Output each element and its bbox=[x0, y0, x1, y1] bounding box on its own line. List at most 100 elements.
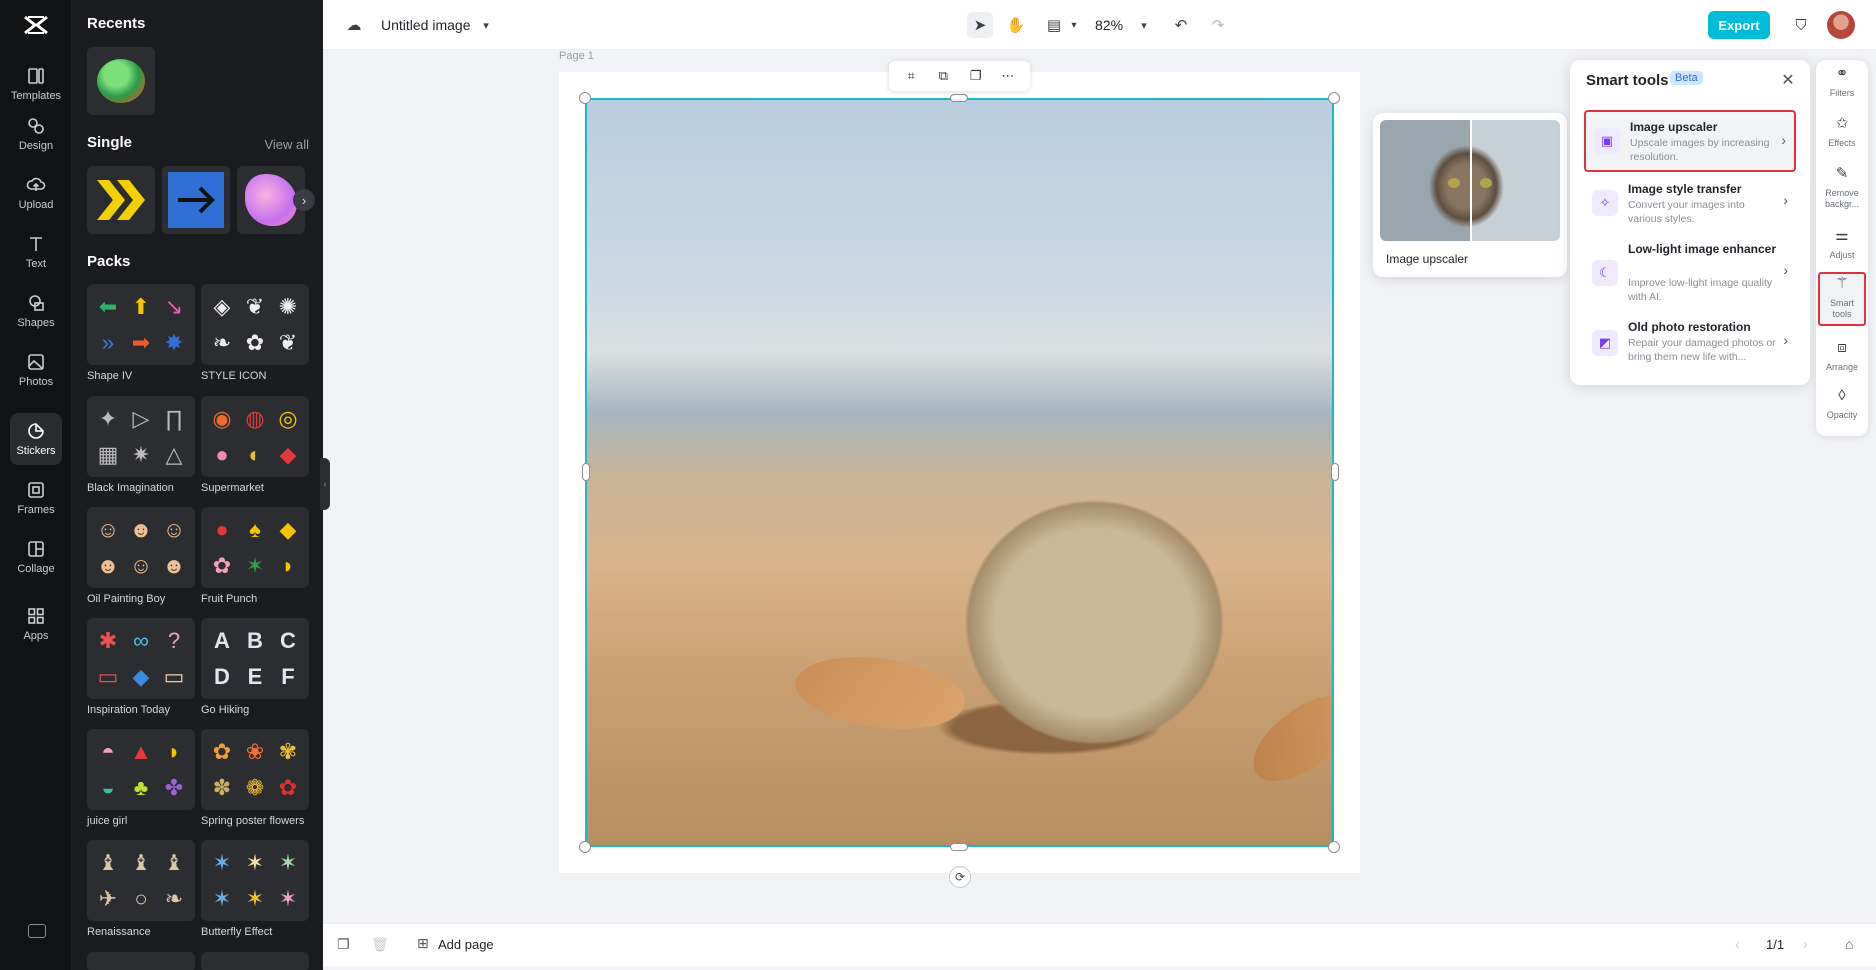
pack-tile-supermarket[interactable]: ◉ ◍ ◎ ● ◐ ◆ bbox=[201, 396, 309, 477]
nav-frames[interactable]: Frames bbox=[10, 472, 62, 524]
prev-page-icon[interactable]: ‹ bbox=[1735, 936, 1740, 952]
adjust-sliders-icon: ⚌ bbox=[1835, 227, 1849, 244]
pack-tile-inspiration-today[interactable]: ✱ ∞ ? ▭ ◆ ▭ bbox=[87, 618, 195, 699]
nav-shapes[interactable]: Shapes bbox=[10, 285, 62, 337]
add-page-button[interactable]: Add page bbox=[438, 937, 494, 952]
pack-tile-partial[interactable] bbox=[87, 952, 195, 970]
pack-sticker-icon: ? bbox=[167, 627, 181, 653]
pack-tile-shape-iv[interactable]: ⬅ ⬆ ↘ » ➡ ✸ bbox=[87, 284, 195, 365]
pack-sticker-icon: ✶ bbox=[278, 885, 298, 911]
resize-handle-bottom[interactable] bbox=[950, 843, 968, 851]
resize-handle-bottom-right[interactable] bbox=[1328, 841, 1340, 853]
shield-icon[interactable]: ⛉ bbox=[1788, 12, 1814, 38]
add-page-icon[interactable]: ⊞ bbox=[417, 935, 429, 952]
nav-shapes-label: Shapes bbox=[17, 317, 55, 329]
panel-collapse-handle[interactable]: ‹ bbox=[320, 458, 330, 510]
pack-tile-black-imagination[interactable]: ✦ ▷ ∏ ▦ ✷ △ bbox=[87, 396, 195, 477]
stickers-panel: Recents Single View all › Packs ⬅ ⬆ ↘ » … bbox=[71, 0, 323, 970]
pack-tile-juice-girl[interactable]: ◓ ▲ ◗ ◒ ♣ ✤ bbox=[87, 729, 195, 810]
rail-remove-background[interactable]: ✎ Remove backgr... bbox=[1818, 166, 1866, 210]
rail-opacity[interactable]: ◊ Opacity bbox=[1818, 388, 1866, 421]
pack-sticker-icon: ▷ bbox=[132, 405, 150, 431]
rail-effects[interactable]: ✩ Effects bbox=[1818, 116, 1866, 149]
design-icon bbox=[28, 118, 44, 134]
canvas-photo-beach-rock[interactable] bbox=[585, 98, 1334, 847]
recent-sticker[interactable] bbox=[87, 47, 155, 115]
layout-dropdown-chevron-icon[interactable]: ▾ bbox=[1061, 12, 1087, 38]
pack-sticker-icon: ♝ bbox=[98, 849, 118, 875]
replace-icon[interactable]: ⧉ bbox=[932, 65, 954, 87]
pack-tile-butterfly-effect[interactable]: ✶ ✶ ✶ ✶ ✶ ✶ bbox=[201, 840, 309, 921]
rail-arrange[interactable]: ⧈ Arrange bbox=[1818, 340, 1866, 373]
pack-sticker-icon: ❁ bbox=[245, 774, 265, 800]
hand-tool-icon[interactable]: ✋ bbox=[1003, 12, 1029, 38]
pack-tile-go-hiking[interactable]: A B C D E F bbox=[201, 618, 309, 699]
tool-name: Low-light image enhancer bbox=[1628, 242, 1777, 256]
zoom-level[interactable]: 82% bbox=[1095, 17, 1123, 33]
rail-smart-tools-label: Smart tools bbox=[1829, 298, 1854, 319]
pack-sticker-icon: D bbox=[214, 663, 230, 689]
app-root: Templates Design Upload Text Shapes Phot… bbox=[0, 0, 1876, 970]
nav-apps[interactable]: Apps bbox=[10, 598, 62, 650]
zoom-dropdown-chevron-icon[interactable]: ▾ bbox=[1131, 12, 1157, 38]
undo-icon[interactable]: ↶ bbox=[1168, 12, 1194, 38]
resize-handle-top[interactable] bbox=[950, 94, 968, 102]
tool-image-style-transfer[interactable]: ✧ Image style transfer Convert your imag… bbox=[1584, 176, 1796, 232]
tool-old-photo-restoration[interactable]: ◩ Old photo restoration Repair your dama… bbox=[1584, 316, 1796, 372]
keyboard-shortcuts-icon[interactable] bbox=[28, 924, 46, 938]
pack-sticker-icon: ✾ bbox=[278, 738, 298, 764]
pack-tile-style-icon[interactable]: ◈ ❦ ✺ ❧ ✿ ❦ bbox=[201, 284, 309, 365]
pack-sticker-icon: ▭ bbox=[163, 663, 185, 689]
cloud-save-icon[interactable]: ☁ bbox=[341, 12, 367, 38]
layers-icon[interactable]: ⌂ bbox=[1845, 936, 1853, 952]
pack-sticker-icon: ♝ bbox=[131, 849, 151, 875]
pack-tile-spring-poster-flowers[interactable]: ✿ ❀ ✾ ✽ ❁ ✿ bbox=[201, 729, 309, 810]
duplicate-page-icon[interactable]: ❐ bbox=[337, 936, 350, 953]
rail-filters[interactable]: ⚭ Filters bbox=[1818, 66, 1866, 99]
pack-sticker-icon: ✽ bbox=[212, 774, 232, 800]
nav-templates[interactable]: Templates bbox=[10, 58, 62, 110]
tool-low-light-enhancer[interactable]: ☾ Low-light image enhancer Improve low-l… bbox=[1584, 238, 1796, 306]
resize-handle-bottom-left[interactable] bbox=[579, 841, 591, 853]
rotate-handle-icon[interactable]: ⟳ bbox=[949, 866, 971, 888]
more-options-icon[interactable]: ⋯ bbox=[997, 65, 1019, 87]
pack-tile-fruit-punch[interactable]: ● ♠ ◆ ✿ ✶ ◗ bbox=[201, 507, 309, 588]
resize-handle-left[interactable] bbox=[582, 463, 590, 481]
nav-photos[interactable]: Photos bbox=[10, 344, 62, 396]
resize-handle-top-right[interactable] bbox=[1328, 92, 1340, 104]
pack-sticker-icon: ✶ bbox=[212, 849, 232, 875]
export-button[interactable]: Export bbox=[1708, 11, 1770, 39]
close-icon[interactable]: ✕ bbox=[1778, 70, 1798, 90]
nav-upload[interactable]: Upload bbox=[10, 167, 62, 219]
nav-stickers[interactable]: Stickers bbox=[10, 413, 62, 465]
chevron-right-icon: › bbox=[1783, 262, 1788, 278]
delete-page-icon[interactable]: 🗑 bbox=[371, 936, 389, 953]
redo-icon[interactable]: ↷ bbox=[1205, 12, 1231, 38]
pack-tile-partial[interactable] bbox=[201, 952, 309, 970]
pack-sticker-icon: ◎ bbox=[278, 405, 298, 431]
pack-tile-renaissance[interactable]: ♝ ♝ ♝ ✈ ○ ❧ bbox=[87, 840, 195, 921]
rail-adjust[interactable]: ⚌ Adjust bbox=[1818, 227, 1866, 261]
nav-design[interactable]: Design bbox=[10, 108, 62, 160]
resize-handle-right[interactable] bbox=[1331, 463, 1339, 481]
pack-tile-oil-painting-boy[interactable]: ☺ ☻ ☺ ☻ ☺ ☻ bbox=[87, 507, 195, 588]
nav-text[interactable]: Text bbox=[10, 226, 62, 278]
tool-image-upscaler[interactable]: ▣ Image upscaler Upscale images by incre… bbox=[1584, 110, 1796, 172]
crop-icon[interactable]: ⌗ bbox=[900, 65, 922, 87]
title-dropdown-chevron-icon[interactable]: ▾ bbox=[473, 12, 499, 38]
rail-smart-tools[interactable]: ⚚ Smart tools bbox=[1818, 272, 1866, 326]
duplicate-icon[interactable]: ❐ bbox=[965, 65, 987, 87]
capcut-logo-icon[interactable] bbox=[22, 13, 50, 37]
view-all-link[interactable]: View all bbox=[264, 137, 309, 152]
avatar[interactable] bbox=[1827, 11, 1855, 39]
pack-sticker-icon: ✶ bbox=[212, 885, 232, 911]
nav-collage[interactable]: Collage bbox=[10, 531, 62, 583]
next-page-icon[interactable]: › bbox=[1803, 936, 1808, 952]
single-scroll-right-icon[interactable]: › bbox=[293, 189, 315, 211]
document-title[interactable]: Untitled image bbox=[381, 17, 471, 33]
photos-icon bbox=[28, 354, 44, 370]
resize-handle-top-left[interactable] bbox=[579, 92, 591, 104]
single-sticker-chevrons[interactable] bbox=[87, 166, 155, 234]
select-tool-icon[interactable]: ➤ bbox=[967, 12, 993, 38]
single-sticker-arrow[interactable] bbox=[162, 166, 230, 234]
